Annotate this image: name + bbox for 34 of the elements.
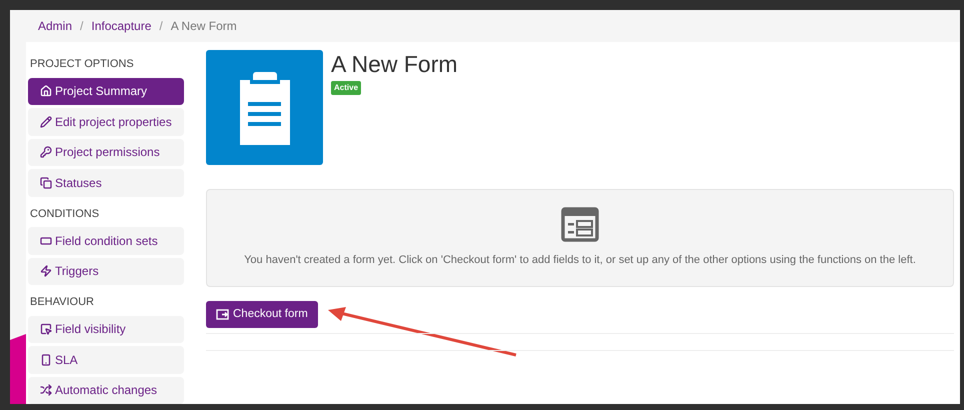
- sidebar-item[interactable]: SLA: [28, 346, 184, 374]
- copy-icon: [40, 176, 52, 189]
- shuffle-icon: [40, 384, 52, 396]
- sidebar-item[interactable]: Project permissions: [28, 138, 184, 166]
- status-badge: Active: [331, 81, 362, 95]
- form-layout-icon: [561, 207, 599, 242]
- sidebar-item[interactable]: Edit project properties: [28, 108, 184, 136]
- breadcrumb-current: A New Form: [170, 18, 237, 35]
- sidebar-item[interactable]: Project Summary: [28, 78, 184, 105]
- house-icon: [40, 85, 52, 98]
- phone-icon: [40, 354, 52, 366]
- pointer-square-icon: [40, 323, 52, 336]
- section-heading: PROJECT OPTIONS: [29, 57, 135, 72]
- clipboard-icon: [206, 50, 323, 165]
- sidebar-item[interactable]: Field visibility: [28, 316, 184, 343]
- section-heading: BEHAVIOUR: [29, 295, 95, 310]
- pencil-icon: [40, 116, 52, 128]
- breadcrumb-separator: /: [80, 18, 84, 35]
- empty-state-message: You haven't created a form yet. Click on 'Checkout form' to add fields to it, or set up any of the other options using the functions on the left.: [244, 253, 916, 268]
- lightning-icon: [40, 265, 52, 278]
- sidebar-item[interactable]: Statuses: [28, 169, 184, 196]
- sidebar-item[interactable]: Field condition sets: [28, 227, 184, 254]
- sidebar-item[interactable]: Automatic changes: [28, 376, 184, 404]
- sidebar-item[interactable]: Triggers: [28, 258, 184, 285]
- rectangle-icon: [40, 234, 52, 247]
- checkout-button[interactable]: Checkout form: [206, 301, 318, 328]
- form-title: A New Form: [331, 50, 458, 78]
- breadcrumb-link[interactable]: Admin: [38, 17, 72, 35]
- decorative-stripe: [10, 334, 26, 404]
- section-heading: CONDITIONS: [29, 206, 100, 222]
- checkout-icon: [216, 309, 229, 320]
- key-icon: [40, 146, 52, 158]
- breadcrumb-link[interactable]: Infocapture: [91, 17, 152, 35]
- breadcrumb-separator: /: [159, 18, 163, 35]
